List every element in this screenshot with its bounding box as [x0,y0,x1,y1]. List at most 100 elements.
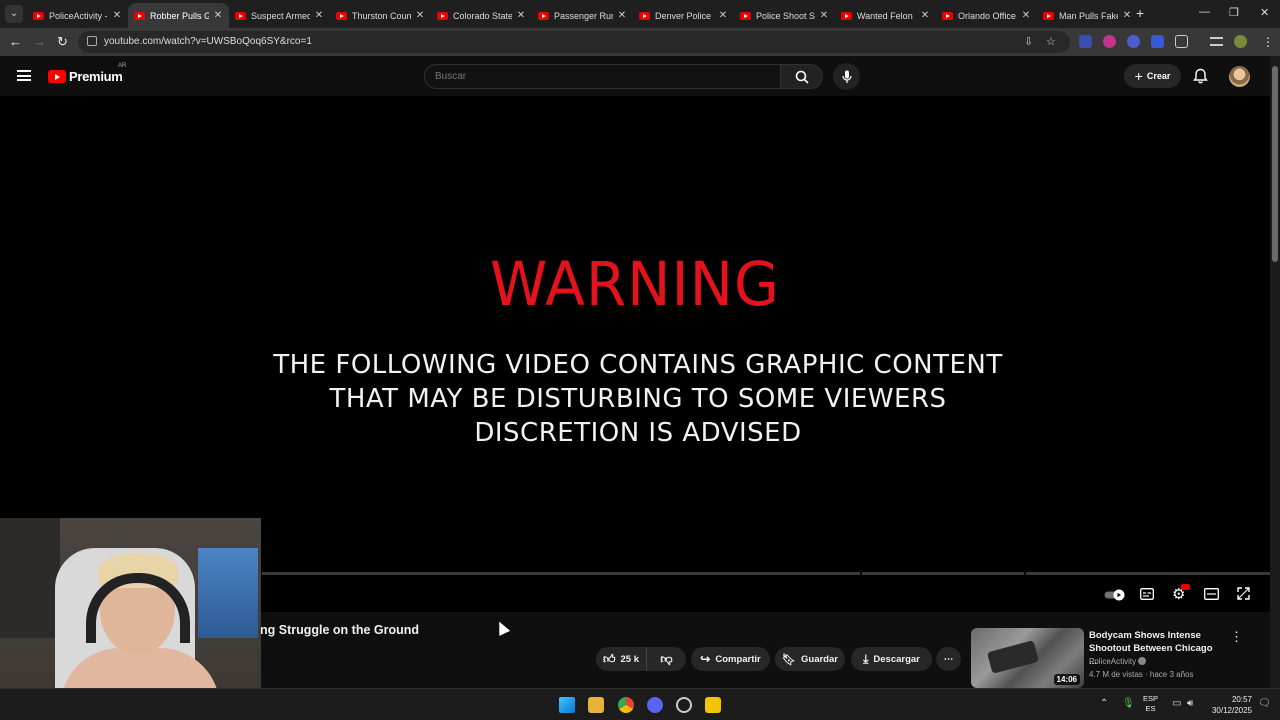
youtube-premium-logo[interactable]: Premium AR [48,63,126,84]
tab-close-icon[interactable]: ✕ [1021,10,1031,21]
share-arrow-icon: ↪ [700,652,711,666]
share-button[interactable]: ↪ Compartir [691,647,770,671]
youtube-favicon-icon [1043,11,1054,20]
extension-icon[interactable] [1103,35,1116,48]
forward-icon[interactable]: → [33,34,46,49]
tab-search-icon[interactable]: ⌄ [5,5,23,23]
windows-start-icon[interactable] [559,697,575,713]
tab-close-icon[interactable]: ✕ [920,10,930,21]
tab-wanted-felon[interactable]: Wanted Felon ✕ [835,3,936,28]
volume-icon[interactable]: 🔊︎ [1187,698,1193,709]
back-icon[interactable]: ← [9,34,22,49]
minimize-icon[interactable]: — [1199,6,1210,18]
youtube-favicon-icon [235,11,246,20]
extension-icon[interactable] [1079,35,1092,48]
create-button[interactable]: + Crear [1124,64,1181,88]
tab-close-icon[interactable]: ✕ [415,10,425,21]
restore-icon[interactable]: ❐ [1229,6,1239,19]
reload-icon[interactable]: ↻ [57,34,68,50]
notifications-bell-icon[interactable] [1193,68,1208,84]
recommended-video-meta: 4.7 M de vistas · hace 3 años [1089,670,1194,679]
account-avatar[interactable] [1229,66,1250,87]
tab-robber-pulls[interactable]: Robber Pulls G ✕ [128,3,229,28]
bookmark-star-icon[interactable]: ☆ [1046,35,1056,48]
app-icon[interactable] [705,697,721,713]
warning-line: THAT MAY BE DISTURBING TO SOME VIEWERS [329,384,947,414]
autoplay-toggle[interactable] [1104,589,1126,604]
download-button[interactable]: ⤓ Descargar [851,647,932,671]
recommended-video-thumbnail[interactable]: 14:06 [971,628,1084,688]
like-button[interactable]: 👍︎ 25 k [596,647,646,671]
obs-icon[interactable] [676,697,692,713]
tab-close-icon[interactable]: ✕ [112,10,122,21]
tab-suspect-armed[interactable]: Suspect Armed ✕ [229,3,330,28]
youtube-favicon-icon [639,11,650,20]
tab-orlando-officer[interactable]: Orlando Office ✕ [936,3,1037,28]
system-clock[interactable]: 20:57 30/12/2025 [1207,694,1252,716]
notifications-icon[interactable]: 🗨︎ [1258,698,1271,709]
tab-colorado-state[interactable]: Colorado State ✕ [431,3,532,28]
recommended-more-icon[interactable]: ⋮ [1230,629,1243,645]
settings-gear-icon[interactable]: ⚙ [1172,584,1190,603]
profile-avatar-icon[interactable] [1234,35,1247,48]
search-icon [795,70,809,84]
youtube-favicon-icon [740,11,751,20]
tab-passenger-runs[interactable]: Passenger Run ✕ [532,3,633,28]
page-scrollbar[interactable] [1270,56,1280,688]
file-explorer-icon[interactable] [588,697,604,713]
extension-icon[interactable] [1151,35,1164,48]
thumbs-up-icon: 👍︎ [602,651,616,666]
browser-menu-icon[interactable]: ⋮ [1262,35,1274,49]
tab-thurston-county[interactable]: Thurston Coun ✕ [330,3,431,28]
address-bar[interactable]: youtube.com/watch?v=UWSBoQoq6SY&rco=1 ⇩ … [78,31,1070,53]
video-title: ng Struggle on the Ground [260,623,420,637]
menu-icon[interactable] [17,70,31,81]
search-button[interactable] [781,64,823,89]
hd-badge [1181,584,1190,590]
tab-close-icon[interactable]: ✕ [516,10,526,21]
tab-policeactivity[interactable]: PoliceActivity - ✕ [27,3,128,28]
voice-search-button[interactable] [833,63,860,90]
reading-list-icon[interactable] [1210,37,1223,46]
url-text[interactable]: youtube.com/watch?v=UWSBoQoq6SY&rco=1 [104,36,312,47]
chapter-divider [1024,572,1026,575]
site-info-icon[interactable] [87,36,97,46]
tray-overflow-icon[interactable]: ⌃ [1100,698,1108,709]
tab-close-icon[interactable]: ✕ [314,10,324,21]
microphone-tray-icon[interactable]: 🎙︎ [1122,698,1135,709]
fullscreen-icon[interactable] [1237,587,1250,600]
search-input[interactable] [435,71,765,82]
discord-icon[interactable] [647,697,663,713]
more-actions-button[interactable]: ⋯ [936,647,961,671]
scrollbar-thumb[interactable] [1272,66,1278,262]
tab-denver-police[interactable]: Denver Police ✕ [633,3,734,28]
tab-close-icon[interactable]: ✕ [1122,10,1132,21]
new-tab-button[interactable]: + [1136,5,1144,21]
recommended-channel-name[interactable]: PoliceActivity [1089,657,1147,666]
dislike-button[interactable]: 👎︎ [646,647,686,671]
extension-icon[interactable] [1127,35,1140,48]
windows-taskbar: ⌃ 🎙︎ ESP ES ▭ 🔊︎ 20:57 30/12/2025 🗨︎ [0,688,1280,720]
tab-close-icon[interactable]: ✕ [617,10,627,21]
warning-line: DISCRETION IS ADVISED [474,418,802,448]
warning-title: WARNING [490,248,780,320]
network-icon[interactable]: ▭ [1172,698,1181,709]
subtitles-icon[interactable] [1140,588,1154,600]
install-app-icon[interactable]: ⇩ [1024,35,1033,48]
tab-man-pulls-fake[interactable]: Man Pulls Fake ✕ [1037,3,1138,28]
extensions-puzzle-icon[interactable] [1175,35,1188,48]
browser-tab-strip: ⌄ PoliceActivity - ✕ Robber Pulls G ✕ Sus… [0,0,1280,28]
youtube-header: Premium AR + Crear [0,56,1270,96]
like-count: 25 k [620,653,640,665]
progress-bar[interactable] [262,572,1270,575]
theater-mode-icon[interactable] [1204,588,1219,600]
tab-close-icon[interactable]: ✕ [718,10,728,21]
input-language[interactable]: ESP ES [1143,694,1158,714]
close-window-icon[interactable]: ✕ [1260,6,1269,19]
chrome-icon[interactable] [618,697,634,713]
tab-close-icon[interactable]: ✕ [819,10,829,21]
save-button[interactable]: 🔖︎ Guardar [775,647,845,671]
tab-police-shoot[interactable]: Police Shoot S ✕ [734,3,835,28]
microphone-icon [841,70,852,83]
tab-close-icon[interactable]: ✕ [213,10,223,21]
